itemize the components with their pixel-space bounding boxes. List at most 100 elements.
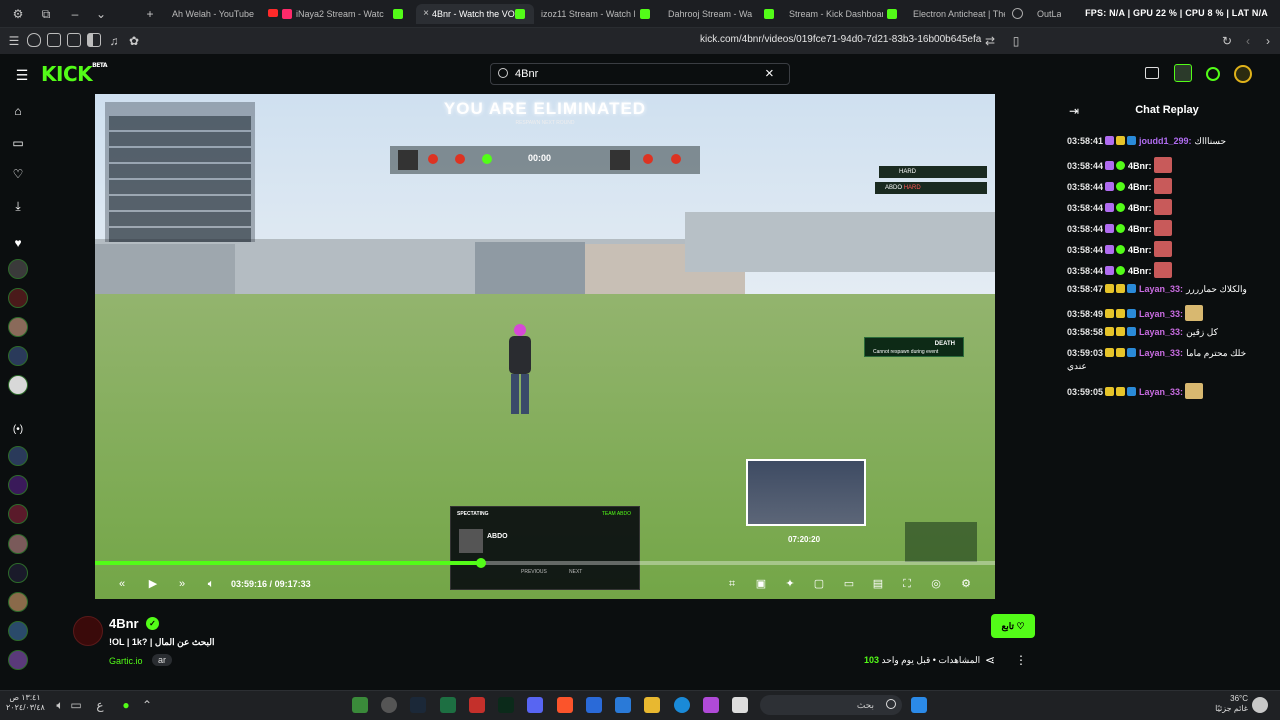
tab-outlaw[interactable]: OutLaw [1021,4,1061,24]
avatar[interactable] [8,563,28,583]
volume-tray-icon[interactable]: 🔈︎ [52,697,68,713]
following-icon[interactable]: ♡ [11,167,25,181]
chat-username[interactable]: joudd1_299: [1139,136,1192,146]
weather-widget[interactable]: 36°C غائم جزئيًا [1212,694,1248,714]
steam-icon[interactable] [410,697,426,713]
chat-username[interactable]: Layan_33: [1139,387,1183,397]
clips-icon[interactable]: ⤓ [11,199,25,213]
avatar[interactable] [8,621,28,641]
clear-search-icon[interactable]: × [765,65,774,82]
store-icon[interactable] [615,697,631,713]
quality-icon[interactable]: ◎ [929,577,943,591]
avatar[interactable] [8,259,28,279]
video-player[interactable]: YOU ARE ELIMINATED RESPAWN NEXT ROUND 00… [95,94,995,599]
dashboard-icon[interactable] [1174,64,1192,82]
reload-icon[interactable]: ↻ [1219,33,1235,49]
avatar[interactable] [8,534,28,554]
tabs-icon[interactable] [67,33,81,47]
chat-username[interactable]: Layan_33: [1139,327,1183,337]
follow-button[interactable]: تابع ♡ [991,614,1035,638]
chat-username[interactable]: 4Bnr: [1128,182,1152,192]
channel-avatar[interactable] [73,616,103,646]
avatar[interactable] [8,446,28,466]
more-options-icon[interactable]: ⋮ [1013,652,1029,668]
input-language[interactable]: ع [92,697,108,713]
shield-icon[interactable] [27,33,41,47]
fullscreen-icon[interactable]: ⛶ [900,577,914,591]
file-explorer-icon[interactable] [644,697,660,713]
extensions-icon[interactable]: ✿ [126,33,142,49]
url-field[interactable]: kick.com/4bnr/videos/019fce71-94d0-7d21-… [700,34,981,45]
avatar[interactable] [8,504,28,524]
chat-username[interactable]: Layan_33: [1139,309,1183,319]
chat-username[interactable]: Layan_33: [1139,348,1183,358]
chat-username[interactable]: Layan_33: [1139,284,1183,294]
channel-name[interactable]: 4Bnr [109,616,139,631]
volume-icon[interactable]: 🔈︎ [204,577,218,591]
forward-skip-icon[interactable]: » [175,577,189,591]
avatar[interactable] [8,650,28,670]
discord-icon[interactable] [527,697,543,713]
tray-expand-icon[interactable]: ⌃ [139,697,155,713]
kick-rewards-icon[interactable] [1206,67,1220,81]
app-icon[interactable] [469,697,485,713]
sidebar-toggle-icon[interactable]: ☰ [6,33,22,49]
copilot-icon[interactable] [703,697,719,713]
share-link-icon[interactable]: ⇄ [982,33,998,49]
sparkle-icon[interactable]: ✦ [783,577,797,591]
chat-username[interactable]: 4Bnr: [1128,161,1152,171]
avatar[interactable] [8,475,28,495]
sidebar-panel-icon[interactable] [87,33,101,47]
tab-izoz11[interactable]: izoz11 Stream - Watch Li [525,4,635,24]
browse-icon[interactable]: ▭ [11,136,25,150]
app-icon[interactable] [586,697,602,713]
tab-list-icon[interactable]: ⌄ [93,6,109,22]
app-icon[interactable] [732,697,748,713]
chat-username[interactable]: 4Bnr: [1128,224,1152,234]
edge-icon[interactable] [674,697,690,713]
avatar[interactable] [8,592,28,612]
app-icon[interactable] [381,697,397,713]
share-icon[interactable]: ⋖ [982,652,998,668]
network-tray-icon[interactable]: ▭ [68,697,84,713]
tab-youtube[interactable]: Ah Welah - YouTube [156,4,264,24]
tab-dahrooj[interactable]: Dahrooj Stream - Wa [652,4,756,24]
tab-electron-anticheat[interactable]: Electron Anticheat | The [897,4,1005,24]
avatar[interactable] [8,375,28,395]
stats-icon[interactable]: ▣ [754,577,768,591]
avatar[interactable] [8,346,28,366]
windows-start-icon[interactable] [911,697,927,713]
workspace-icon[interactable]: ⧉ [38,6,54,22]
tab-kick-dashboard[interactable]: Stream - Kick Dashboard [773,4,883,24]
category-link[interactable]: Gartic.io [109,656,143,666]
tab-inaya2[interactable]: iNaya2 Stream - Watc [280,4,388,24]
search-bar[interactable]: 4Bnr × [490,63,790,85]
app-icon[interactable] [498,697,514,713]
browser-menu-icon[interactable]: ⚙ [10,6,26,22]
video-progress-bar[interactable] [95,558,995,568]
excel-icon[interactable] [440,697,456,713]
minimize-icon[interactable]: – [67,6,83,22]
avatar[interactable] [8,317,28,337]
rewind-icon[interactable]: « [115,577,129,591]
close-tab-icon[interactable]: × [418,6,434,22]
back-icon[interactable]: ‹ [1240,33,1256,49]
brave-icon[interactable] [557,697,573,713]
app-icon[interactable] [352,697,368,713]
play-icon[interactable]: ▶ [146,577,160,591]
pip-icon[interactable]: ▢ [812,577,826,591]
chat-username[interactable]: 4Bnr: [1128,203,1152,213]
hamburger-menu-icon[interactable]: ☰ [14,67,30,83]
music-icon[interactable]: ♫ [106,33,122,49]
language-tag[interactable]: ar [152,654,173,666]
taskbar-clock[interactable]: ١٣:٤١ ص ٢٠٢٤/٠٣/٤٨ [6,693,45,713]
bookmark-icon[interactable]: ▯ [1008,33,1024,49]
mini-player-icon[interactable]: ▤ [871,577,885,591]
settings-gear-icon[interactable]: ⚙ [959,577,973,591]
clip-crop-icon[interactable]: ⌗ [725,577,739,591]
tv-mode-icon[interactable] [1145,67,1159,79]
avatar[interactable] [8,288,28,308]
taskbar-search[interactable]: بحث [760,695,902,715]
theater-icon[interactable]: ▭ [842,577,856,591]
history-icon[interactable] [47,33,61,47]
